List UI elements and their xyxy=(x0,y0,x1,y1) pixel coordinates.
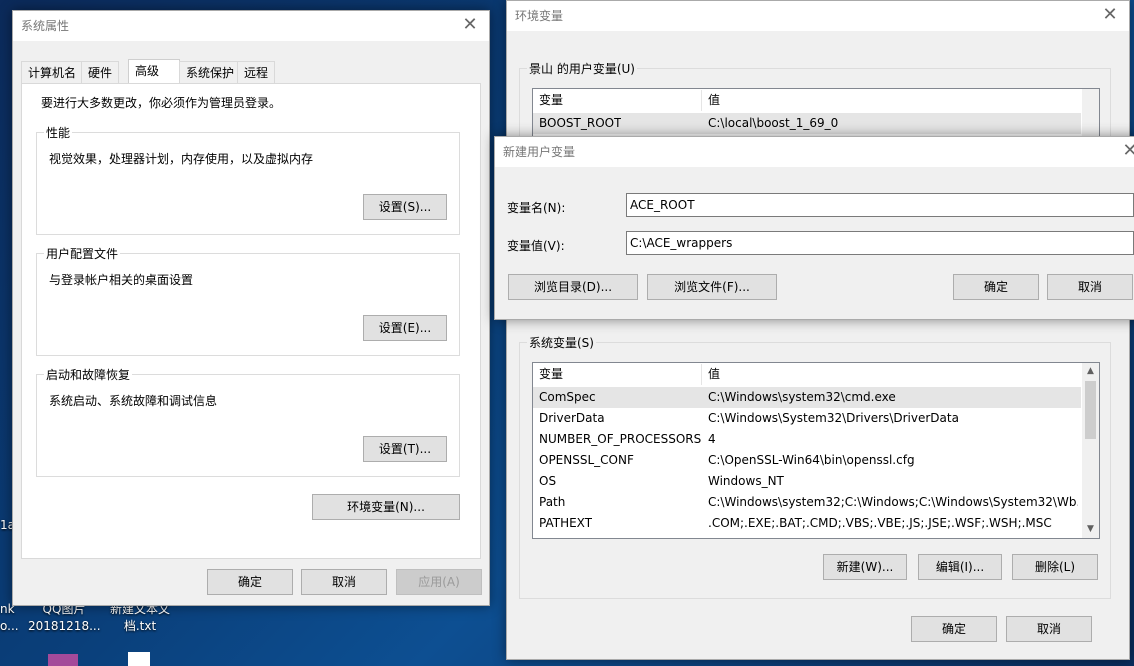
variable-name: DriverData xyxy=(539,411,605,425)
new-text-file-icon-label[interactable]: 新建文本文 档.txt xyxy=(102,601,178,635)
archive-icon[interactable] xyxy=(48,654,78,666)
column-header-variable[interactable]: 变量 xyxy=(539,364,563,385)
variable-name: OPENSSL_CONF xyxy=(539,453,634,467)
cancel-button[interactable]: 取消 xyxy=(1006,616,1092,642)
system-properties-window: 系统属性 ✕ 计算机名 硬件 高级 系统保护 远程 要进行大多数更改，你必须作为… xyxy=(12,10,490,606)
browse-directory-button[interactable]: 浏览目录(D)... xyxy=(508,274,638,300)
variable-name: ComSpec xyxy=(539,390,596,404)
user-variables-group-title: 景山 的用户变量(U) xyxy=(527,60,637,77)
variable-value: C:\Windows\system32\cmd.exe xyxy=(708,390,896,404)
startup-recovery-group-title: 启动和故障恢复 xyxy=(44,366,133,383)
tab-computer-name[interactable]: 计算机名 xyxy=(21,61,84,83)
tab-remote[interactable]: 远程 xyxy=(237,61,276,83)
close-icon[interactable]: ✕ xyxy=(1099,1,1121,31)
new-variable-button[interactable]: 新建(W)... xyxy=(823,554,907,580)
variable-name: NUMBER_OF_PROCESSORS xyxy=(539,432,702,446)
system-variables-list[interactable]: 变量 值 ComSpec C:\Windows\system32\cmd.exe… xyxy=(532,362,1100,539)
variable-value: .COM;.EXE;.BAT;.CMD;.VBS;.VBE;.JS;.JSE;.… xyxy=(708,516,1052,530)
ok-button[interactable]: 确定 xyxy=(911,616,997,642)
variable-value: Windows_NT xyxy=(708,474,784,488)
tab-system-protection[interactable]: 系统保护 xyxy=(179,61,242,83)
variable-name: PATHEXT xyxy=(539,516,593,530)
window-title: 系统属性 xyxy=(21,19,70,33)
advanced-tab-panel: 要进行大多数更改，你必须作为管理员登录。 性能 视觉效果，处理器计划，内存使用，… xyxy=(21,83,481,559)
system-variables-group-title: 系统变量(S) xyxy=(527,334,596,351)
close-icon[interactable]: ✕ xyxy=(1119,137,1134,167)
tab-advanced[interactable]: 高级 xyxy=(128,59,180,84)
table-row[interactable]: NUMBER_OF_PROCESSORS 4 xyxy=(533,429,1081,450)
variable-name: BOOST_ROOT xyxy=(539,116,622,130)
desktop-icon-label[interactable]: o... xyxy=(0,618,19,635)
column-divider xyxy=(701,364,702,385)
table-row[interactable]: BOOST_ROOT C:\local\boost_1_69_0 xyxy=(533,113,1081,134)
scrollbar[interactable]: ▲ ▼ xyxy=(1082,363,1099,538)
variable-value: C:\local\boost_1_69_0 xyxy=(708,116,839,130)
environment-variables-button[interactable]: 环境变量(N)... xyxy=(312,494,460,520)
new-text-file-label-line2: 档.txt xyxy=(123,619,157,633)
startup-recovery-description: 系统启动、系统故障和调试信息 xyxy=(49,394,218,408)
performance-settings-button[interactable]: 设置(S)... xyxy=(363,194,447,220)
list-header: 变量 值 xyxy=(533,364,1081,385)
variable-value: C:\Windows\System32\Drivers\DriverData xyxy=(708,411,959,425)
qq-image-label-line2: 20181218... xyxy=(28,619,101,633)
system-properties-titlebar[interactable]: 系统属性 ✕ xyxy=(13,11,489,41)
variable-value-label: 变量值(V): xyxy=(507,239,565,253)
ok-button[interactable]: 确定 xyxy=(953,274,1039,300)
system-variables-group: 系统变量(S) 变量 值 ComSpec C:\Windows\system32… xyxy=(519,334,1111,599)
apply-button[interactable]: 应用(A) xyxy=(396,569,482,595)
table-row[interactable]: DriverData C:\Windows\System32\Drivers\D… xyxy=(533,408,1081,429)
variable-value: 4 xyxy=(708,432,716,446)
variable-name: Path xyxy=(539,495,566,509)
edit-variable-button[interactable]: 编辑(I)... xyxy=(918,554,1002,580)
column-header-variable[interactable]: 变量 xyxy=(539,90,563,111)
performance-group-title: 性能 xyxy=(44,124,73,141)
new-user-variable-titlebar[interactable]: 新建用户变量 ✕ xyxy=(495,137,1134,167)
performance-description: 视觉效果，处理器计划，内存使用，以及虚拟内存 xyxy=(49,152,314,166)
variable-value-input[interactable]: C:\ACE_wrappers xyxy=(626,231,1134,255)
column-divider xyxy=(701,90,702,111)
tab-hardware[interactable]: 硬件 xyxy=(81,61,120,83)
list-header: 变量 值 xyxy=(533,90,1099,111)
table-row[interactable]: OPENSSL_CONF C:\OpenSSL-Win64\bin\openss… xyxy=(533,450,1081,471)
window-title: 新建用户变量 xyxy=(503,145,576,159)
browse-file-button[interactable]: 浏览文件(F)... xyxy=(647,274,777,300)
table-row[interactable]: Path C:\Windows\system32;C:\Windows;C:\W… xyxy=(533,492,1081,513)
user-profile-description: 与登录帐户相关的桌面设置 xyxy=(49,273,194,287)
table-row[interactable]: PATHEXT .COM;.EXE;.BAT;.CMD;.VBS;.VBE;.J… xyxy=(533,513,1081,534)
table-row[interactable]: OS Windows_NT xyxy=(533,471,1081,492)
cancel-button[interactable]: 取消 xyxy=(1047,274,1133,300)
close-icon[interactable]: ✕ xyxy=(459,11,481,41)
variable-value: C:\OpenSSL-Win64\bin\openssl.cfg xyxy=(708,453,915,467)
user-profile-settings-button[interactable]: 设置(E)... xyxy=(363,315,447,341)
delete-variable-button[interactable]: 删除(L) xyxy=(1012,554,1098,580)
performance-group: 性能 视觉效果，处理器计划，内存使用，以及虚拟内存 设置(S)... xyxy=(36,124,460,235)
ok-button[interactable]: 确定 xyxy=(207,569,293,595)
cancel-button[interactable]: 取消 xyxy=(301,569,387,595)
window-title: 环境变量 xyxy=(515,9,564,23)
startup-recovery-group: 启动和故障恢复 系统启动、系统故障和调试信息 设置(T)... xyxy=(36,366,460,477)
scroll-up-icon[interactable]: ▲ xyxy=(1082,363,1099,380)
variable-name-input[interactable]: ACE_ROOT xyxy=(626,193,1134,217)
column-header-value[interactable]: 值 xyxy=(708,364,720,385)
environment-variables-window: 环境变量 ✕ 景山 的用户变量(U) 变量 值 BOOST_ROOT C:\lo… xyxy=(506,0,1130,660)
scroll-down-icon[interactable]: ▼ xyxy=(1082,521,1099,538)
scrollbar-thumb[interactable] xyxy=(1085,381,1096,439)
text-file-icon[interactable] xyxy=(128,652,150,666)
table-row[interactable]: ComSpec C:\Windows\system32\cmd.exe xyxy=(533,387,1081,408)
user-profile-group: 用户配置文件 与登录帐户相关的桌面设置 设置(E)... xyxy=(36,245,460,356)
environment-variables-titlebar[interactable]: 环境变量 ✕ xyxy=(507,1,1129,31)
user-profile-group-title: 用户配置文件 xyxy=(44,245,121,262)
startup-recovery-settings-button[interactable]: 设置(T)... xyxy=(363,436,447,462)
admin-note: 要进行大多数更改，你必须作为管理员登录。 xyxy=(41,96,282,110)
variable-value: C:\Windows\system32;C:\Windows;C:\Window… xyxy=(708,495,1078,509)
new-user-variable-dialog: 新建用户变量 ✕ 变量名(N): ACE_ROOT 变量值(V): C:\ACE… xyxy=(494,136,1134,320)
variable-name: OS xyxy=(539,474,557,488)
variable-name-label: 变量名(N): xyxy=(507,201,566,215)
qq-image-icon-label[interactable]: QQ图片 20181218... xyxy=(28,601,101,635)
column-header-value[interactable]: 值 xyxy=(708,90,720,111)
